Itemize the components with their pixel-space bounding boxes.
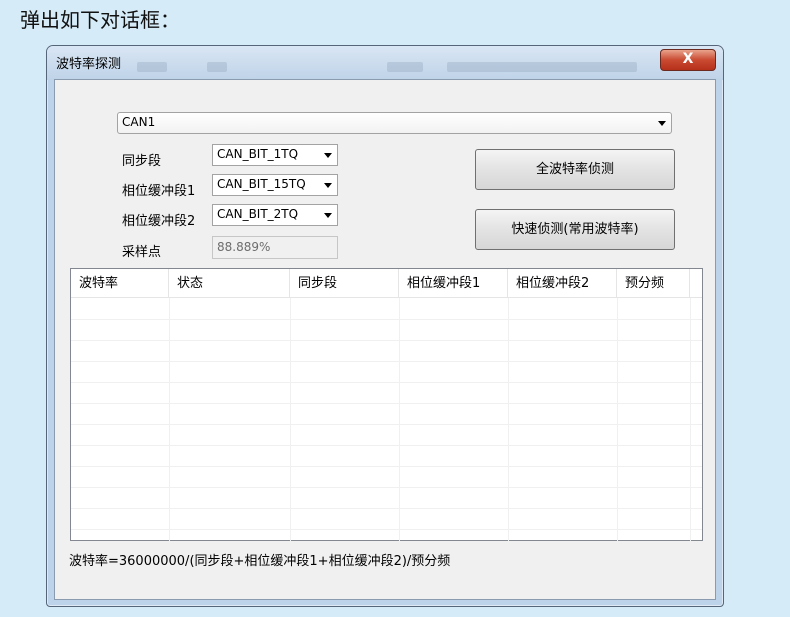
sync-segment-value: CAN_BIT_1TQ — [217, 147, 299, 161]
title-bar-ghost — [447, 62, 637, 72]
channel-select[interactable]: CAN1 — [117, 112, 672, 134]
full-detect-button[interactable]: 全波特率侦测 — [475, 149, 675, 190]
column-header-phase1[interactable]: 相位缓冲段1 — [399, 269, 508, 298]
column-header-phase2[interactable]: 相位缓冲段2 — [508, 269, 617, 298]
column-divider — [169, 298, 170, 541]
phase1-select[interactable]: CAN_BIT_15TQ — [212, 174, 338, 196]
list-item — [71, 382, 702, 383]
phase2-select[interactable]: CAN_BIT_2TQ — [212, 204, 338, 226]
quick-detect-button[interactable]: 快速侦测(常用波特率) — [475, 209, 675, 250]
list-item — [71, 319, 702, 320]
column-divider — [508, 298, 509, 541]
phase1-label: 相位缓冲段1 — [122, 184, 196, 199]
list-item — [71, 508, 702, 509]
column-header-baud-rate[interactable]: 波特率 — [71, 269, 169, 298]
list-item — [71, 487, 702, 488]
column-divider — [290, 298, 291, 541]
column-header-prescaler[interactable]: 预分频 — [617, 269, 690, 298]
sync-segment-label: 同步段 — [122, 154, 162, 169]
list-item — [71, 424, 702, 425]
column-divider — [690, 298, 691, 541]
dialog-client-area: CAN1 同步段 CAN_BIT_1TQ 相位缓冲段1 CAN_BIT_15TQ… — [54, 79, 716, 600]
phase1-value: CAN_BIT_15TQ — [217, 177, 306, 191]
title-bar-ghost — [207, 62, 227, 72]
column-divider — [399, 298, 400, 541]
title-bar[interactable]: 波特率探测 X — [47, 46, 723, 80]
result-list-body — [71, 298, 702, 540]
phase2-value: CAN_BIT_2TQ — [217, 207, 299, 221]
dialog-title: 波特率探测 — [56, 57, 122, 72]
chevron-down-icon — [324, 183, 332, 188]
baud-rate-detect-dialog: 波特率探测 X CAN1 同步段 CAN_BIT_1TQ 相位缓冲段1 CAN_… — [46, 45, 724, 607]
chevron-down-icon — [324, 153, 332, 158]
sample-point-field: 88.889% — [212, 236, 338, 259]
column-header-status[interactable]: 状态 — [169, 269, 290, 298]
title-bar-ghost — [387, 62, 423, 72]
list-item — [71, 466, 702, 467]
column-divider — [617, 298, 618, 541]
result-list[interactable]: 波特率 状态 同步段 相位缓冲段1 相位缓冲段2 预分频 — [70, 268, 703, 541]
close-icon: X — [682, 51, 694, 67]
sync-segment-select[interactable]: CAN_BIT_1TQ — [212, 144, 338, 166]
title-bar-ghost — [137, 62, 167, 72]
sample-point-label: 采样点 — [122, 245, 162, 260]
list-item — [71, 529, 702, 530]
baud-rate-formula: 波特率=36000000/(同步段+相位缓冲段1+相位缓冲段2)/预分频 — [69, 554, 451, 569]
close-button[interactable]: X — [660, 49, 716, 71]
phase2-label: 相位缓冲段2 — [122, 214, 196, 229]
list-item — [71, 361, 702, 362]
chevron-down-icon — [658, 121, 666, 126]
chevron-down-icon — [324, 213, 332, 218]
list-item — [71, 403, 702, 404]
list-item — [71, 340, 702, 341]
list-item — [71, 445, 702, 446]
result-list-header: 波特率 状态 同步段 相位缓冲段1 相位缓冲段2 预分频 — [71, 269, 702, 298]
channel-select-value: CAN1 — [122, 115, 156, 129]
column-header-sync[interactable]: 同步段 — [290, 269, 399, 298]
document-heading: 弹出如下对话框： — [20, 8, 180, 32]
